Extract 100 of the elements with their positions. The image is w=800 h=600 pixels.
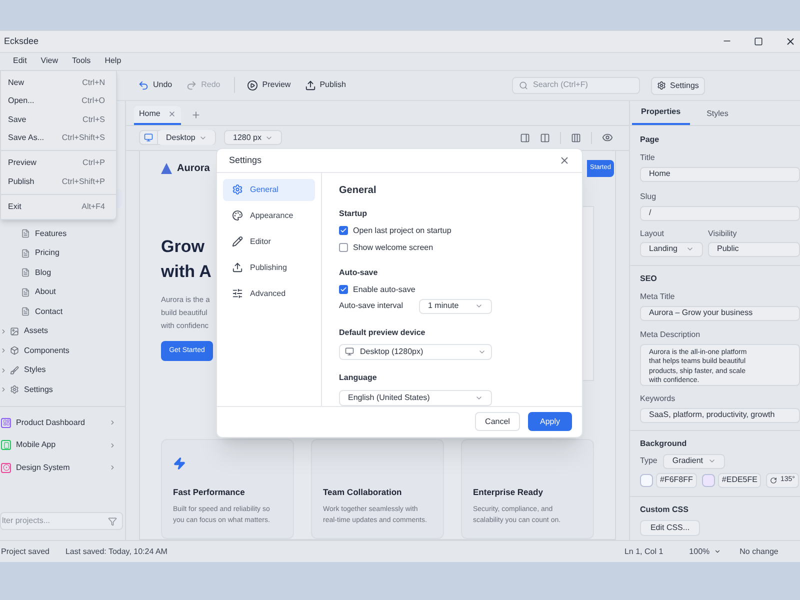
settings-nav-item[interactable]: General	[223, 178, 315, 201]
meta-title-field[interactable]: Aurora – Grow your business	[640, 306, 800, 321]
feature-title: Fast Performance	[173, 486, 246, 499]
menu-entry[interactable]: Publish Ctrl+Shift+P	[1, 172, 116, 191]
chevron-right-icon[interactable]	[109, 419, 116, 426]
menu-entry[interactable]: Save As... Ctrl+Shift+S	[1, 128, 116, 148]
project-item[interactable]: Mobile App	[16, 439, 56, 452]
page-item[interactable]: Pricing	[35, 247, 60, 260]
menu-entry[interactable]: Exit Alt+F4	[1, 198, 116, 216]
field-label: Title	[640, 152, 655, 162]
checkbox[interactable]	[339, 285, 348, 294]
preview-device-select[interactable]: Desktop (1280px)	[339, 344, 492, 360]
menu-entry[interactable]: New Ctrl+N	[1, 74, 116, 92]
columns-icon[interactable]	[571, 132, 581, 143]
panel-tab[interactable]: Styles	[698, 108, 738, 125]
edit-css-button[interactable]: Edit CSS...	[640, 520, 700, 536]
interval-select[interactable]: 1 minute	[419, 298, 492, 314]
add-tab-icon[interactable]	[191, 110, 202, 120]
page-item[interactable]: Contact	[35, 306, 63, 318]
width-select[interactable]: 1280 px	[224, 130, 282, 146]
hero-title: Grow	[161, 236, 206, 258]
chevron-right-icon[interactable]	[109, 442, 116, 449]
menu-entry[interactable]: Preview Ctrl+P	[1, 154, 116, 172]
type-select[interactable]: Gradient	[663, 454, 726, 469]
rotate-icon	[770, 476, 778, 484]
zoom-select[interactable]: 100%	[689, 546, 721, 558]
group-label: Startup	[339, 208, 368, 220]
editor-tab[interactable]: Home	[134, 106, 182, 125]
toolbar-icon	[304, 80, 316, 91]
toolbar-button[interactable]: Preview	[247, 79, 291, 92]
chevron-icon[interactable]	[0, 366, 7, 374]
chevron-icon[interactable]	[0, 347, 7, 354]
close-tab-icon[interactable]	[168, 110, 176, 118]
section-item[interactable]: Settings	[24, 384, 53, 396]
maximize-icon[interactable]	[754, 36, 763, 46]
section-heading: SEO	[640, 272, 658, 285]
menu-entry[interactable]: Save Ctrl+S	[1, 110, 116, 129]
file-icon	[21, 268, 30, 278]
slug-field[interactable]: /	[640, 206, 800, 221]
visibility-select[interactable]: Public	[708, 242, 800, 257]
checkbox[interactable]	[339, 243, 348, 252]
menu-entry[interactable]: Open... Ctrl+O	[1, 92, 116, 111]
section-icon	[10, 366, 19, 375]
section-item[interactable]: Components	[24, 344, 70, 357]
toolbar-button[interactable]: Undo	[138, 79, 172, 92]
page-item[interactable]: About	[35, 286, 56, 298]
last-saved: Last saved: Today, 10:24 AM	[65, 546, 168, 558]
section-item[interactable]: Styles	[24, 364, 46, 376]
panel-icon[interactable]	[520, 132, 530, 143]
settings-heading: General	[339, 184, 378, 198]
language-select[interactable]: English (United States)	[339, 390, 492, 406]
chevron-icon[interactable]	[0, 328, 7, 335]
chevron-down-icon	[714, 548, 721, 555]
color-swatch[interactable]	[640, 474, 653, 487]
changes-status: No change	[740, 546, 778, 558]
panel-tab[interactable]: Properties	[632, 106, 690, 125]
title-field[interactable]: Home	[640, 166, 800, 182]
section-item[interactable]: Assets	[24, 325, 48, 338]
close-icon[interactable]	[559, 154, 570, 166]
keywords-field[interactable]: SaaS, platform, productivity, growth	[640, 408, 800, 423]
nav-icon	[232, 262, 243, 274]
settings-nav-item[interactable]: Appearance	[223, 204, 315, 227]
close-icon[interactable]	[785, 36, 796, 47]
settings-button[interactable]: Settings	[651, 76, 705, 95]
section-icon	[10, 326, 19, 336]
toolbar-icon	[247, 80, 258, 91]
color-field[interactable]: #F6F8FF	[656, 472, 697, 488]
file-icon	[21, 229, 30, 238]
menu-item[interactable]: Help	[104, 55, 122, 68]
menu-item[interactable]: View	[40, 55, 58, 68]
color-field[interactable]: #EDE5FE	[718, 472, 762, 488]
nav-icon	[232, 184, 243, 196]
columns-icon[interactable]	[540, 132, 550, 143]
menu-item[interactable]: Edit	[13, 55, 27, 68]
monitor-icon	[345, 347, 354, 356]
page-item[interactable]: Features	[35, 228, 67, 240]
page-item[interactable]: Blog	[35, 266, 52, 279]
apply-button[interactable]: Apply	[528, 412, 572, 432]
menu-item[interactable]: Tools	[72, 55, 91, 68]
toolbar-icon	[138, 80, 149, 91]
project-item[interactable]: Design System	[16, 462, 70, 474]
settings-nav-item[interactable]: Editor	[223, 230, 315, 253]
chevron-icon[interactable]	[0, 386, 7, 394]
dialog-title: Settings	[229, 154, 262, 167]
settings-nav-item[interactable]: Advanced	[223, 282, 315, 305]
cancel-button[interactable]: Cancel	[475, 412, 520, 432]
field-label: Meta Description	[640, 330, 700, 339]
eye-icon[interactable]	[602, 132, 613, 144]
filter-icon	[108, 516, 117, 526]
layout-select[interactable]: Landing	[640, 242, 703, 257]
checkbox[interactable]	[339, 226, 348, 236]
color-swatch[interactable]	[702, 474, 715, 487]
window-title: Ecksdee	[4, 34, 39, 48]
logo-text: Aurora	[177, 162, 210, 176]
chevron-right-icon[interactable]	[109, 464, 116, 472]
project-item[interactable]: Product Dashboard	[16, 416, 85, 429]
toolbar-button[interactable]: Publish	[304, 79, 346, 92]
checkbox-label: Open last project on startup	[353, 224, 452, 237]
settings-nav-item[interactable]: Publishing	[223, 256, 315, 279]
field-label: Slug	[640, 192, 656, 201]
